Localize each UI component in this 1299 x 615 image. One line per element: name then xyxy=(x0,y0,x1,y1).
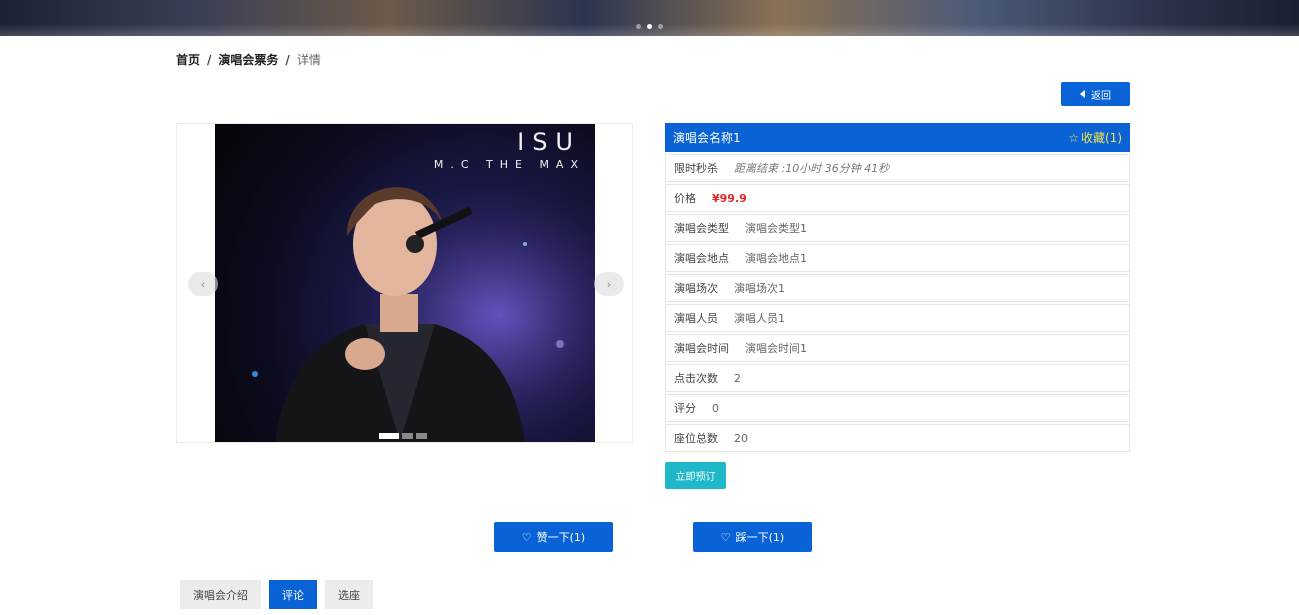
info-row-clicks: 点击次数 2 xyxy=(665,364,1130,392)
carousel-dot-active[interactable] xyxy=(379,433,399,439)
info-label: 演唱场次 xyxy=(674,282,718,295)
info-value: 演唱会类型1 xyxy=(745,222,807,235)
breadcrumb-current: 详情 xyxy=(296,53,321,67)
info-row-seats: 座位总数 20 xyxy=(665,424,1130,452)
dislike-label: 踩一下(1) xyxy=(735,531,785,544)
breadcrumb-home[interactable]: 首页 xyxy=(176,51,200,68)
chevron-left-icon: ‹ xyxy=(200,277,206,291)
banner-indicators xyxy=(636,24,663,29)
info-row-session: 演唱场次 演唱场次1 xyxy=(665,274,1130,302)
concert-name: 演唱会名称1 xyxy=(673,131,741,145)
photo-title-text: ISU xyxy=(517,128,581,156)
carousel-next-button[interactable]: › xyxy=(594,272,624,296)
photo-subtitle-text: M.C THE MAX xyxy=(433,158,585,171)
info-label: 演唱会时间 xyxy=(674,342,729,355)
banner-dot-active[interactable] xyxy=(647,24,652,29)
info-label: 演唱会类型 xyxy=(674,222,729,235)
concert-info-panel: 演唱会名称1 ☆ 收藏(1) 限时秒杀 距离结束 :10小时 36分钟 41秒 … xyxy=(665,123,1130,454)
thumbs-up-icon: ♡ xyxy=(521,530,532,544)
tab-seat-selection[interactable]: 选座 xyxy=(325,580,373,609)
dislike-button[interactable]: ♡ 踩一下(1) xyxy=(693,522,812,552)
info-row-type: 演唱会类型 演唱会类型1 xyxy=(665,214,1130,242)
info-label: 演唱会地点 xyxy=(674,252,729,265)
info-value: 演唱场次1 xyxy=(734,282,785,295)
detail-tabs: 演唱会介绍 评论 选座 xyxy=(180,580,373,609)
carousel-dot[interactable] xyxy=(402,433,413,439)
carousel-dot[interactable] xyxy=(416,433,427,439)
info-value: 0 xyxy=(712,401,719,415)
countdown-value: 距离结束 :10小时 36分钟 41秒 xyxy=(734,162,890,175)
like-label: 赞一下(1) xyxy=(536,531,586,544)
info-row-price: 价格 ¥99.9 xyxy=(665,184,1130,212)
info-row-rating: 评分 0 xyxy=(665,394,1130,422)
breadcrumb-separator: / xyxy=(285,52,290,67)
carousel-indicators xyxy=(379,433,427,439)
info-row-time: 演唱会时间 演唱会时间1 xyxy=(665,334,1130,362)
concert-photo: ISU M.C THE MAX xyxy=(215,124,595,442)
image-carousel: ISU M.C THE MAX ‹ › xyxy=(176,123,633,443)
book-now-button[interactable]: 立即预订 xyxy=(665,462,726,489)
tab-concert-intro[interactable]: 演唱会介绍 xyxy=(180,580,261,609)
back-button[interactable]: 返回 xyxy=(1061,82,1130,106)
top-banner xyxy=(0,0,1299,36)
star-outline-icon: ☆ xyxy=(1068,130,1079,145)
tab-comments[interactable]: 评论 xyxy=(269,580,317,609)
breadcrumb: 首页 / 演唱会票务 / 详情 xyxy=(176,51,321,68)
thumbs-down-icon: ♡ xyxy=(720,530,731,544)
like-button[interactable]: ♡ 赞一下(1) xyxy=(494,522,613,552)
info-row-performers: 演唱人员 演唱人员1 xyxy=(665,304,1130,332)
favorite-button[interactable]: ☆ 收藏(1) xyxy=(1068,129,1122,146)
info-row-flash-sale: 限时秒杀 距离结束 :10小时 36分钟 41秒 xyxy=(665,154,1130,182)
info-row-location: 演唱会地点 演唱会地点1 xyxy=(665,244,1130,272)
concert-name-header: 演唱会名称1 ☆ 收藏(1) xyxy=(665,123,1130,152)
caret-left-icon xyxy=(1080,90,1085,98)
banner-dot[interactable] xyxy=(658,24,663,29)
info-label: 价格 xyxy=(674,192,696,205)
carousel-prev-button[interactable]: ‹ xyxy=(188,272,218,296)
info-label: 演唱人员 xyxy=(674,312,718,325)
info-label: 限时秒杀 xyxy=(674,162,718,175)
favorite-label: 收藏(1) xyxy=(1081,131,1122,145)
singer-illustration xyxy=(215,124,595,442)
breadcrumb-separator: / xyxy=(207,52,212,67)
back-button-label: 返回 xyxy=(1091,90,1111,102)
info-label: 点击次数 xyxy=(674,372,718,385)
banner-dot[interactable] xyxy=(636,24,641,29)
info-value: 演唱会地点1 xyxy=(745,252,807,265)
info-value: 演唱人员1 xyxy=(734,312,785,325)
breadcrumb-concert-tickets[interactable]: 演唱会票务 xyxy=(218,51,278,68)
info-value: 演唱会时间1 xyxy=(745,342,807,355)
info-label: 座位总数 xyxy=(674,432,718,445)
info-value: 2 xyxy=(734,371,741,385)
chevron-right-icon: › xyxy=(606,277,612,291)
price-value: ¥99.9 xyxy=(712,191,747,205)
info-value: 20 xyxy=(734,431,748,445)
info-label: 评分 xyxy=(674,402,696,415)
